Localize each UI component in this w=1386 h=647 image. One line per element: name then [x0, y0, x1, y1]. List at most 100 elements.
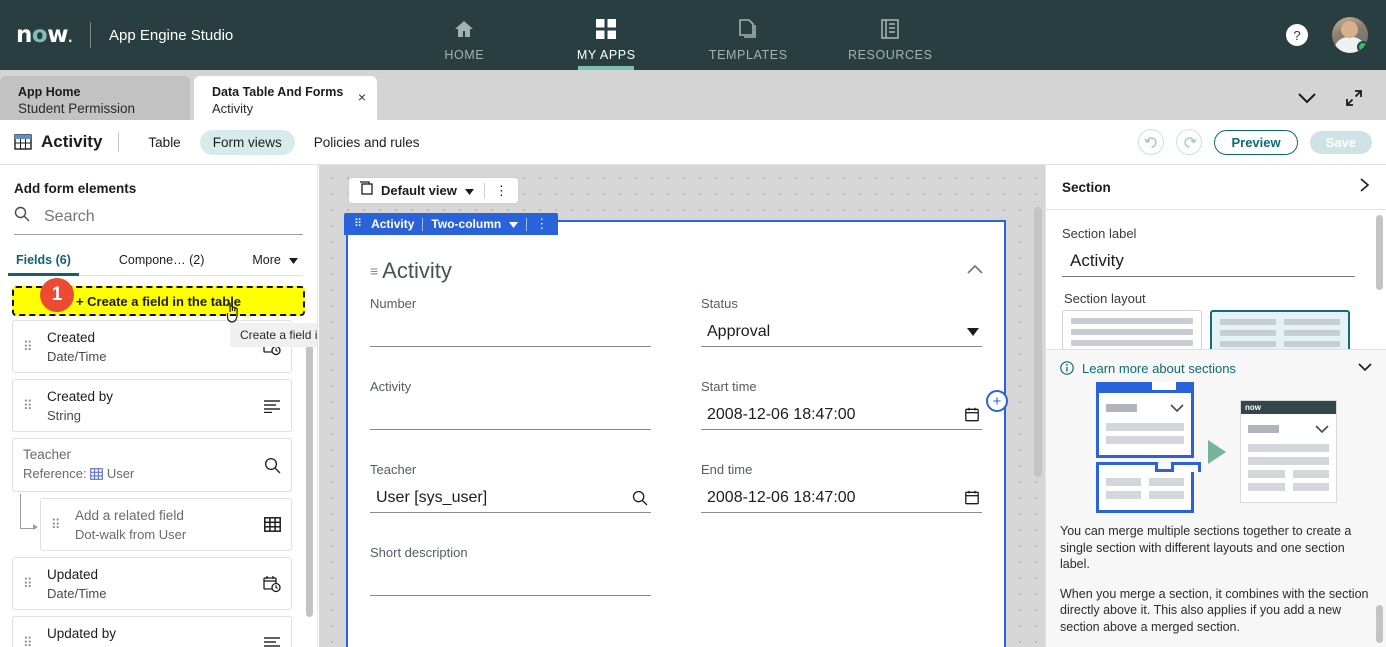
form-field-teacher[interactable]: Teacher User [sys_user]: [370, 462, 651, 513]
left-panel-scrollbar[interactable]: [306, 335, 313, 617]
illustration-row: [1106, 491, 1184, 499]
kebab-menu-icon[interactable]: ⋮: [535, 217, 548, 230]
field-label: Teacher: [370, 462, 417, 477]
drag-grip-icon[interactable]: ⠿: [23, 340, 37, 353]
undo-button[interactable]: [1138, 129, 1165, 155]
chevron-up-icon[interactable]: [966, 262, 984, 280]
search-icon[interactable]: [632, 490, 651, 506]
panel-tab-components[interactable]: Compone… (2): [117, 249, 206, 275]
field-value[interactable]: [370, 400, 651, 430]
field-value[interactable]: User [sys_user]: [370, 483, 651, 513]
nav-item-templates[interactable]: TEMPLATES: [692, 0, 804, 70]
chevron-down-icon[interactable]: [1357, 359, 1373, 377]
learn-more-scrollbar[interactable]: [1376, 605, 1383, 643]
field-name: Updated by: [47, 625, 117, 641]
list-item[interactable]: Teacher Reference: User: [12, 438, 292, 492]
nav-right-group: ?: [1286, 17, 1386, 53]
tab-form-views[interactable]: Form views: [199, 129, 295, 155]
field-value[interactable]: 2008-12-06 18:47:00: [701, 400, 982, 430]
form-field-activity[interactable]: Activity: [370, 379, 651, 430]
chevron-down-icon[interactable]: [1296, 91, 1318, 105]
list-item[interactable]: ⠿ Created by String: [12, 379, 292, 432]
toolbar-actions: Preview Save: [1138, 129, 1386, 155]
panel-title: Add form elements: [14, 181, 137, 196]
panel-tab-components-label: Compone…: [118, 253, 186, 267]
view-divider: [483, 182, 485, 199]
layout-bar: [1284, 319, 1340, 325]
nav-item-resources[interactable]: RESOURCES: [834, 0, 946, 70]
right-panel-scrollbar[interactable]: [1376, 215, 1383, 290]
panel-tab-fields[interactable]: Fields (6): [8, 249, 79, 276]
close-icon[interactable]: ×: [358, 90, 366, 104]
text-lines-icon: [259, 636, 281, 647]
panel-tab-more[interactable]: More: [250, 249, 300, 275]
illustration-row: [1248, 420, 1329, 438]
expand-arrows-icon[interactable]: [1344, 88, 1364, 108]
caret-down-icon: [289, 253, 299, 267]
app-tab-data-table-and-forms[interactable]: Data Table And Forms Activity ×: [194, 76, 377, 120]
calendar-icon[interactable]: [965, 490, 982, 505]
now-logo[interactable]: now.: [16, 22, 73, 48]
tab-policies-and-rules[interactable]: Policies and rules: [301, 130, 433, 155]
illustration-bar: [1106, 478, 1141, 486]
search-input[interactable]: [44, 207, 303, 226]
list-item[interactable]: ⠿ Updated by String: [12, 616, 292, 647]
kebab-menu-icon[interactable]: ⋮: [495, 184, 508, 197]
learn-more-panel: Learn more about sections now You can me…: [1046, 349, 1386, 647]
drag-grip-icon[interactable]: ⠿: [51, 518, 65, 531]
illustration-chip: [1106, 404, 1137, 412]
chevron-right-icon[interactable]: [1359, 177, 1370, 198]
layout-option-one-column[interactable]: [1062, 310, 1202, 352]
layout-bar: [1071, 329, 1193, 335]
view-selector[interactable]: Default view ⋮: [348, 177, 519, 204]
app-tab-app-home[interactable]: App Home Student Permission: [0, 76, 190, 120]
save-button[interactable]: Save: [1309, 130, 1372, 154]
redo-button[interactable]: [1176, 129, 1203, 155]
field-value[interactable]: [370, 566, 651, 596]
list-item[interactable]: ⠿ Add a related field Dot-walk from User: [40, 498, 292, 551]
section-label-input[interactable]: [1062, 245, 1355, 277]
field-text: Updated Date/Time: [47, 565, 259, 603]
drag-grip-icon[interactable]: ⠿: [23, 636, 37, 647]
form-field-start-time[interactable]: Start time 2008-12-06 18:47:00: [701, 379, 982, 430]
layout-option-two-column[interactable]: [1210, 310, 1350, 352]
user-avatar[interactable]: [1332, 17, 1368, 53]
field-value[interactable]: 2008-12-06 18:47:00: [701, 483, 982, 513]
caret-down-icon[interactable]: [967, 327, 982, 336]
illustration-bar: [1149, 491, 1184, 499]
tab-table[interactable]: Table: [135, 130, 193, 155]
field-type: String: [47, 407, 81, 423]
field-value[interactable]: [370, 317, 651, 347]
field-text: Teacher Reference: User: [23, 445, 259, 485]
add-section-button[interactable]: +: [986, 390, 1008, 412]
panel-header: Section: [1046, 165, 1386, 210]
nav-item-home[interactable]: HOME: [408, 0, 520, 70]
field-label: Short description: [370, 545, 468, 560]
form-field-short-description[interactable]: Short description: [370, 545, 651, 596]
form-field-end-time[interactable]: End time 2008-12-06 18:47:00: [701, 462, 982, 513]
caret-down-icon: [464, 182, 474, 200]
field-value-text: Approval: [707, 322, 771, 340]
list-item[interactable]: ⠿ Updated Date/Time: [12, 557, 292, 610]
drag-grip-icon[interactable]: ⠿: [354, 219, 363, 230]
nav-item-my-apps[interactable]: MY APPS: [550, 0, 662, 70]
question-mark-icon[interactable]: ?: [1286, 24, 1308, 46]
learn-more-header[interactable]: Learn more about sections: [1046, 350, 1386, 386]
form-field-number[interactable]: Number: [370, 296, 651, 347]
drag-grip-icon[interactable]: ⠿: [23, 577, 37, 590]
preview-button[interactable]: Preview: [1214, 129, 1298, 155]
field-type: String: [47, 643, 259, 647]
canvas-scrollbar[interactable]: [1034, 207, 1042, 477]
panel-body: Section label Section layout: [1046, 210, 1386, 352]
brand-area: now. App Engine Studio: [0, 22, 233, 48]
illustration-bar: [1248, 483, 1285, 491]
calendar-icon[interactable]: [965, 407, 982, 422]
drag-grip-icon[interactable]: ⠿: [23, 399, 37, 412]
form-field-status[interactable]: Status Approval: [701, 296, 982, 347]
section-chip[interactable]: ⠿ Activity Two-column ⋮: [344, 213, 559, 235]
field-list: ⠿ Created Date/Time ⠿ Created by String …: [0, 320, 304, 647]
presence-indicator: [1357, 41, 1368, 53]
field-value[interactable]: Approval: [701, 317, 982, 347]
field-type: Date/Time: [47, 348, 107, 364]
form-body: ≡ Activity Number Activity Teacher User …: [348, 244, 1004, 647]
